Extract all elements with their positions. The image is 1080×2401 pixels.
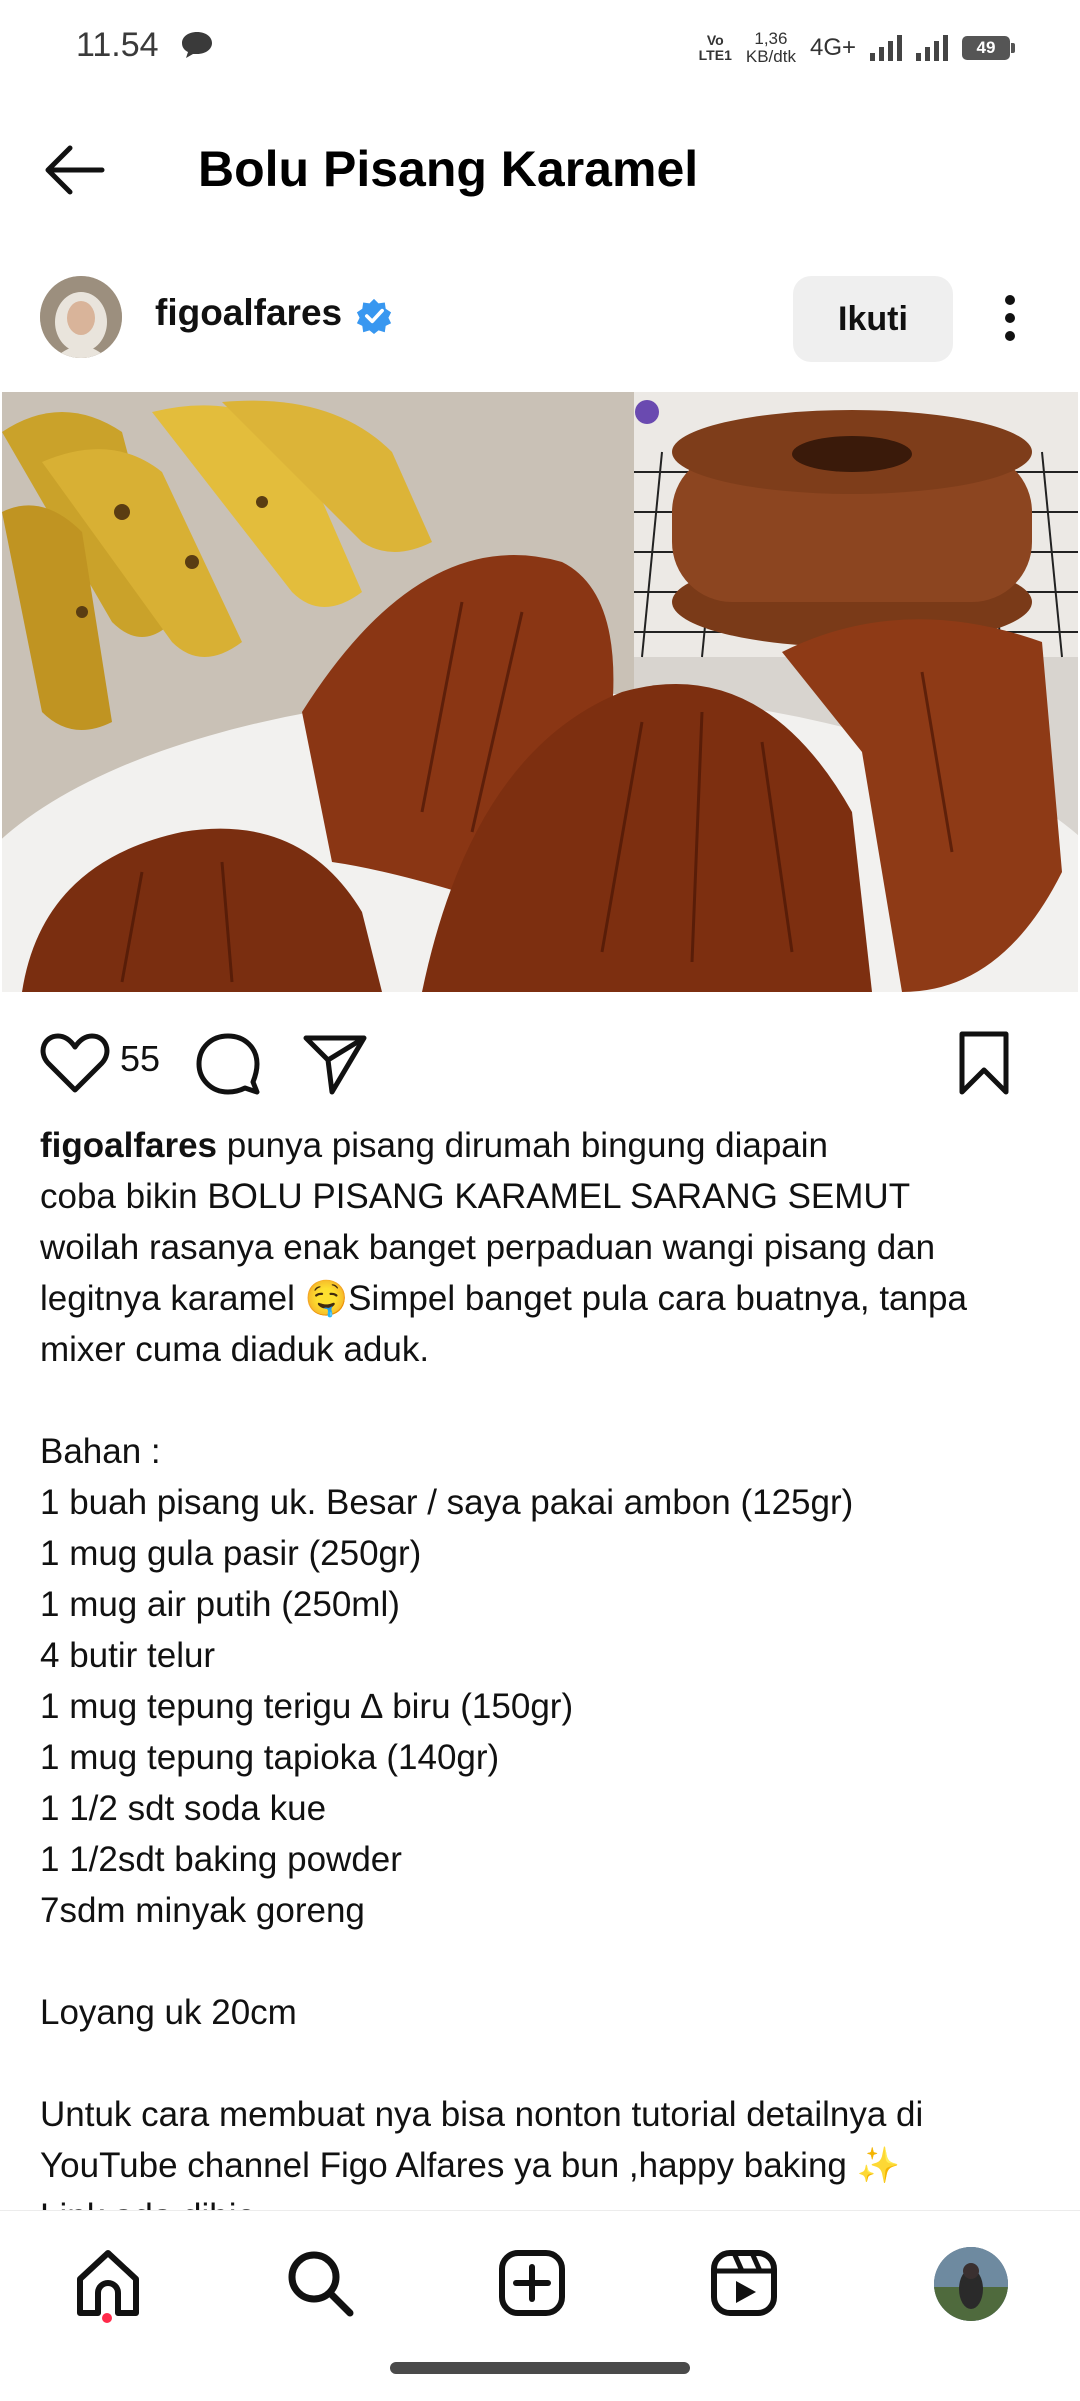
battery-icon: 49 [962, 36, 1015, 60]
comment-icon[interactable] [195, 1032, 261, 1096]
post-actions: 55 [0, 1010, 1080, 1110]
message-notification-icon [182, 32, 212, 58]
signal-icon [870, 35, 902, 61]
heart-icon[interactable] [40, 1032, 110, 1094]
network-type: 4G+ [809, 34, 856, 61]
more-vertical-icon[interactable] [990, 288, 1030, 348]
verified-badge-icon [356, 298, 392, 334]
post-caption: figoalfares punya pisang dirumah bingung… [40, 1120, 1050, 2242]
avatar[interactable] [40, 276, 122, 358]
follow-button[interactable]: Ikuti [793, 276, 953, 362]
post-image[interactable] [2, 392, 1078, 992]
caption-text: punya pisang dirumah bingung diapain cob… [40, 1126, 967, 2236]
status-indicators: Vo LTE1 1,36 KB/dtk 4G+ 49 [698, 24, 1015, 72]
reels-icon[interactable] [706, 2245, 782, 2321]
signal-icon-2 [916, 35, 948, 61]
notification-dot [102, 2313, 112, 2323]
arrow-left-icon[interactable] [40, 140, 110, 200]
volte-indicator: Vo LTE1 [698, 32, 732, 63]
create-icon[interactable] [494, 2245, 570, 2321]
network-speed: 1,36 KB/dtk [745, 29, 796, 66]
page-title: Bolu Pisang Karamel [198, 141, 699, 197]
status-time: 11.54 [76, 26, 159, 64]
like-count[interactable]: 55 [120, 1038, 160, 1080]
top-bar: Bolu Pisang Karamel [0, 110, 1080, 230]
search-icon[interactable] [282, 2245, 358, 2321]
home-indicator[interactable] [390, 2362, 690, 2374]
caption-username[interactable]: figoalfares [40, 1126, 217, 1165]
status-bar: 11.54 Vo LTE1 1,36 KB/dtk 4G+ 49 [0, 0, 1080, 96]
post-header: figoalfares Ikuti [0, 262, 1080, 372]
bookmark-icon[interactable] [956, 1030, 1012, 1096]
send-icon[interactable] [302, 1032, 368, 1096]
home-icon[interactable] [70, 2245, 146, 2321]
username[interactable]: figoalfares [155, 292, 342, 334]
profile-avatar[interactable] [934, 2247, 1008, 2321]
